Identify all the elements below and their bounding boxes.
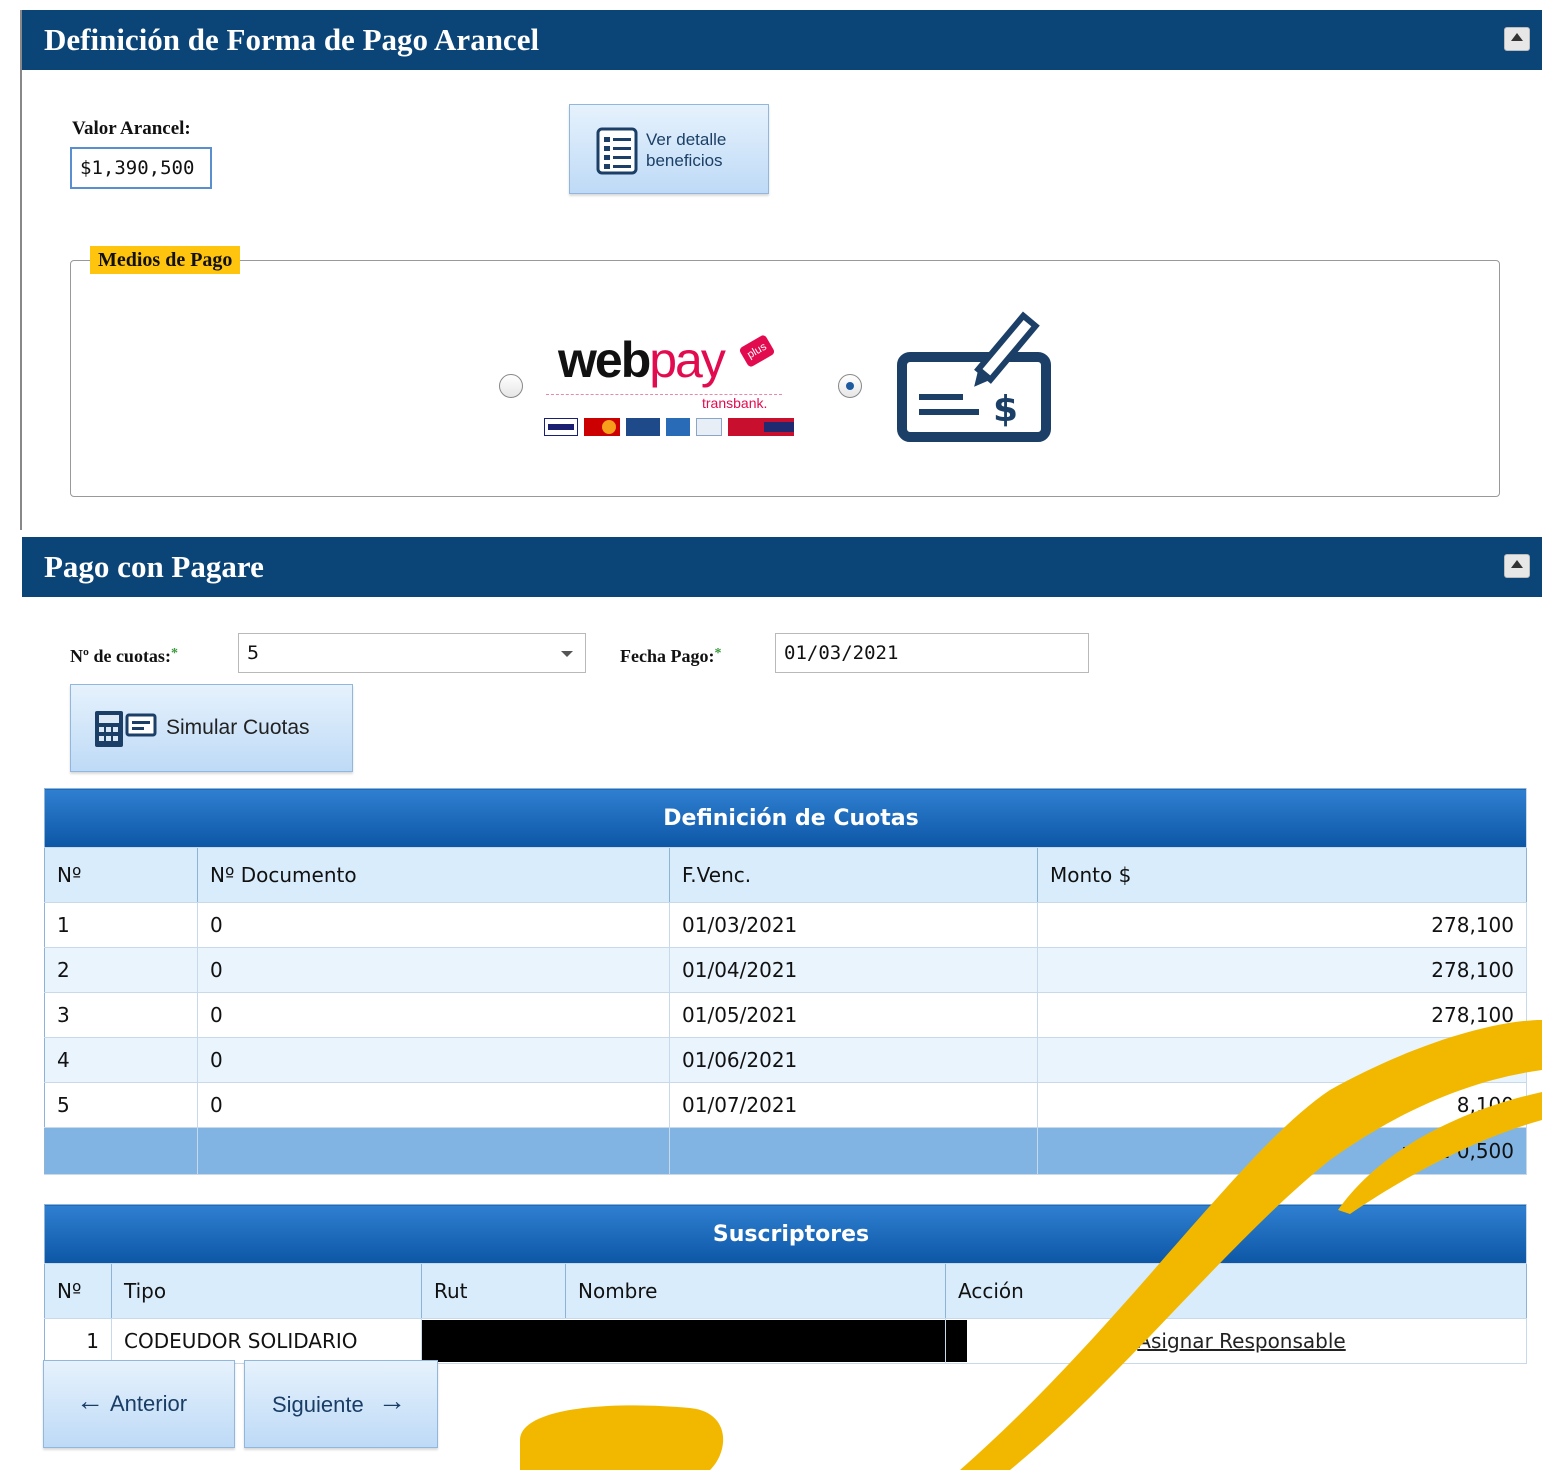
transbank-label: transbank. bbox=[702, 395, 768, 411]
fecha-pago-label-text: Fecha Pago: bbox=[620, 646, 715, 666]
cuotas-label: Nº de cuotas:* bbox=[70, 646, 178, 667]
cell-fecha: 01/05/2021 bbox=[669, 992, 1038, 1038]
column-header: Nombre bbox=[565, 1263, 946, 1319]
cell-n: 2 bbox=[44, 947, 198, 993]
table-footer-row: m=1 0,500 bbox=[44, 1127, 1527, 1175]
sum-total: m=1 0,500 bbox=[1037, 1127, 1527, 1175]
suscriptores-table: Suscriptores Nº Tipo Rut Nombre Acción 1… bbox=[44, 1204, 1527, 1364]
collapse-icon[interactable] bbox=[1504, 27, 1530, 51]
siguiente-button[interactable]: Siguiente → bbox=[244, 1360, 438, 1448]
cheque-radio[interactable] bbox=[838, 374, 862, 398]
cell-documento: 0 bbox=[197, 1082, 670, 1128]
cell-n: 1 bbox=[44, 1318, 112, 1364]
chevron-down-icon bbox=[561, 651, 573, 657]
cell-monto: 278,100 bbox=[1037, 992, 1527, 1038]
fecha-pago-label: Fecha Pago:* bbox=[620, 646, 721, 667]
collapse-icon[interactable] bbox=[1504, 554, 1530, 578]
left-border bbox=[20, 10, 22, 530]
table-row: 1 CODEUDOR SOLIDARIO Asignar Responsable bbox=[44, 1318, 1527, 1364]
panel-header-forma-pago: Definición de Forma de Pago Arancel bbox=[22, 10, 1542, 70]
valor-arancel-field: $1,390,500 bbox=[70, 147, 212, 189]
panel-title: Pago con Pagare bbox=[44, 549, 264, 584]
column-header: Nº Documento bbox=[197, 847, 670, 903]
cell-n: 5 bbox=[44, 1082, 198, 1128]
required-mark: * bbox=[170, 646, 178, 661]
anterior-button[interactable]: ← Anterior bbox=[43, 1360, 235, 1448]
cell-monto: 278,100 bbox=[1037, 902, 1527, 948]
column-header: F.Venc. bbox=[669, 847, 1038, 903]
column-header: Rut bbox=[421, 1263, 566, 1319]
webpay-word-pay: pay bbox=[649, 332, 726, 388]
table-row: 2 0 01/04/2021 278,100 bbox=[44, 947, 1527, 993]
cheque-icon: $ bbox=[897, 311, 1051, 442]
cuotas-select-value: 5 bbox=[247, 642, 260, 664]
card-brands-icon bbox=[544, 418, 796, 436]
arrow-right-icon: → bbox=[378, 1385, 406, 1416]
medios-de-pago-legend: Medios de Pago bbox=[90, 246, 241, 274]
list-icon bbox=[596, 127, 638, 175]
cell-n: 4 bbox=[44, 1037, 198, 1083]
simular-cuotas-button[interactable]: Simular Cuotas bbox=[70, 684, 353, 772]
column-header: Monto $ bbox=[1037, 847, 1527, 903]
suscriptores-table-caption: Suscriptores bbox=[44, 1204, 1527, 1264]
required-mark: * bbox=[714, 646, 722, 661]
table-row: 3 0 01/05/2021 278,100 bbox=[44, 992, 1527, 1038]
cell-fecha: 01/07/2021 bbox=[669, 1082, 1038, 1128]
column-header: Tipo bbox=[111, 1263, 422, 1319]
cell-monto: 278,100 bbox=[1037, 947, 1527, 993]
cuotas-table-caption: Definición de Cuotas bbox=[44, 788, 1527, 848]
column-header: Nº bbox=[44, 847, 198, 903]
panel-header-pago-pagare: Pago con Pagare bbox=[22, 537, 1542, 597]
cell-fecha: 01/04/2021 bbox=[669, 947, 1038, 993]
asignar-responsable-link[interactable]: Asignar Responsable bbox=[1137, 1329, 1345, 1353]
simular-cuotas-label: Simular Cuotas bbox=[166, 716, 310, 739]
webpay-radio[interactable] bbox=[499, 374, 523, 398]
webpay-plus-badge: plus bbox=[738, 333, 776, 369]
cell-monto: 8,100 bbox=[1037, 1082, 1527, 1128]
cell-fecha: 01/06/2021 bbox=[669, 1037, 1038, 1083]
cuotas-select[interactable]: 5 bbox=[238, 633, 586, 673]
ver-detalle-label: Ver detalle beneficios bbox=[646, 130, 727, 170]
column-header: Acción bbox=[945, 1263, 1527, 1319]
cheque-payment-option[interactable]: $ bbox=[875, 310, 1077, 461]
cell-monto: 278,1 bbox=[1037, 1037, 1527, 1083]
cell-documento: 0 bbox=[197, 902, 670, 948]
cell-documento: 0 bbox=[197, 1037, 670, 1083]
valor-arancel-label: Valor Arancel: bbox=[72, 118, 191, 139]
panel-title: Definición de Forma de Pago Arancel bbox=[44, 22, 540, 57]
cell-n: 3 bbox=[44, 992, 198, 1038]
svg-text:$: $ bbox=[993, 389, 1018, 430]
ver-detalle-button[interactable]: Ver detalle beneficios bbox=[569, 104, 769, 194]
table-row: 4 0 01/06/2021 278,1 bbox=[44, 1037, 1527, 1083]
table-row: 5 0 01/07/2021 8,100 bbox=[44, 1082, 1527, 1128]
cell-documento: 0 bbox=[197, 992, 670, 1038]
cell-tipo: CODEUDOR SOLIDARIO bbox=[111, 1318, 422, 1364]
cuotas-label-text: Nº de cuotas: bbox=[70, 646, 171, 666]
cell-fecha: 01/03/2021 bbox=[669, 902, 1038, 948]
calculator-icon bbox=[95, 711, 157, 747]
table-row: 1 0 01/03/2021 278,100 bbox=[44, 902, 1527, 948]
webpay-word-web: web bbox=[558, 332, 651, 388]
cell-n: 1 bbox=[44, 902, 198, 948]
column-header: Nº bbox=[44, 1263, 112, 1319]
webpay-logo[interactable]: webpay plus transbank. bbox=[536, 316, 802, 454]
siguiente-label: Siguiente bbox=[272, 1392, 364, 1417]
fecha-pago-input[interactable]: 01/03/2021 bbox=[775, 633, 1089, 673]
redacted-rut-nombre bbox=[421, 1318, 967, 1364]
anterior-label: Anterior bbox=[110, 1391, 188, 1416]
cell-documento: 0 bbox=[197, 947, 670, 993]
cuotas-table: Definición de Cuotas Nº Nº Documento F.V… bbox=[44, 788, 1527, 1175]
arrow-left-icon: ← bbox=[76, 1385, 104, 1416]
